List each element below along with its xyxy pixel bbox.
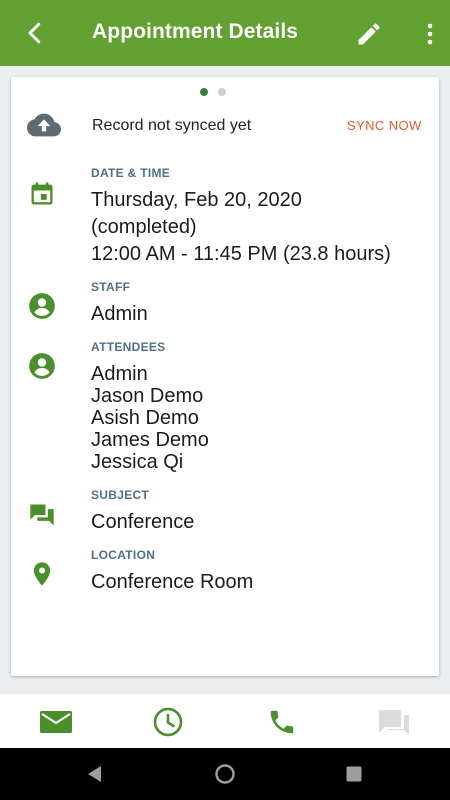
page-dot-active[interactable] xyxy=(200,88,208,96)
attendee-name: Asish Demo xyxy=(91,407,199,429)
cloud-upload-icon xyxy=(27,113,61,137)
app-bar: Appointment Details xyxy=(0,0,450,66)
page-dot[interactable] xyxy=(218,88,226,96)
attendee-name: Admin xyxy=(91,363,148,385)
email-icon[interactable] xyxy=(39,707,73,737)
datetime-status: (completed) xyxy=(91,216,197,238)
attendee-name: James Demo xyxy=(91,429,209,451)
clock-icon[interactable] xyxy=(151,707,185,737)
location-value: Conference Room xyxy=(91,571,254,593)
home-circle-icon[interactable] xyxy=(214,763,236,785)
bottom-action-bar xyxy=(0,694,450,748)
subject-value: Conference xyxy=(91,511,195,533)
datetime-date: Thursday, Feb 20, 2020 xyxy=(91,189,302,211)
staff-label: STAFF xyxy=(91,280,131,294)
sync-status-text: Record not synced yet xyxy=(92,117,252,134)
calendar-icon xyxy=(31,182,53,205)
datetime-range: 12:00 AM - 11:45 PM (23.8 hours) xyxy=(91,243,391,265)
subject-label: SUBJECT xyxy=(91,488,150,502)
phone-icon[interactable] xyxy=(265,707,299,737)
back-triangle-icon[interactable] xyxy=(84,763,106,785)
page-title: Appointment Details xyxy=(92,20,299,43)
staff-value: Admin xyxy=(91,303,148,325)
account-circle-icon xyxy=(29,353,55,379)
chevron-left-icon[interactable] xyxy=(20,18,50,48)
recents-square-icon[interactable] xyxy=(343,763,365,785)
map-pin-icon xyxy=(33,562,51,586)
attendee-name: Jessica Qi xyxy=(91,451,184,473)
chat-bubbles-icon[interactable] xyxy=(377,707,411,737)
attendee-name: Jason Demo xyxy=(91,385,204,407)
location-label: LOCATION xyxy=(91,548,156,562)
system-navigation-bar xyxy=(0,748,450,800)
datetime-label: DATE & TIME xyxy=(91,166,171,180)
page-indicator xyxy=(200,88,226,96)
more-vert-icon[interactable] xyxy=(420,20,440,48)
pencil-icon[interactable] xyxy=(355,20,383,48)
chat-bubbles-icon xyxy=(30,504,54,526)
sync-now-button[interactable]: SYNC NOW xyxy=(347,118,422,133)
attendees-label: ATTENDEES xyxy=(91,340,166,354)
account-circle-icon xyxy=(29,293,55,319)
